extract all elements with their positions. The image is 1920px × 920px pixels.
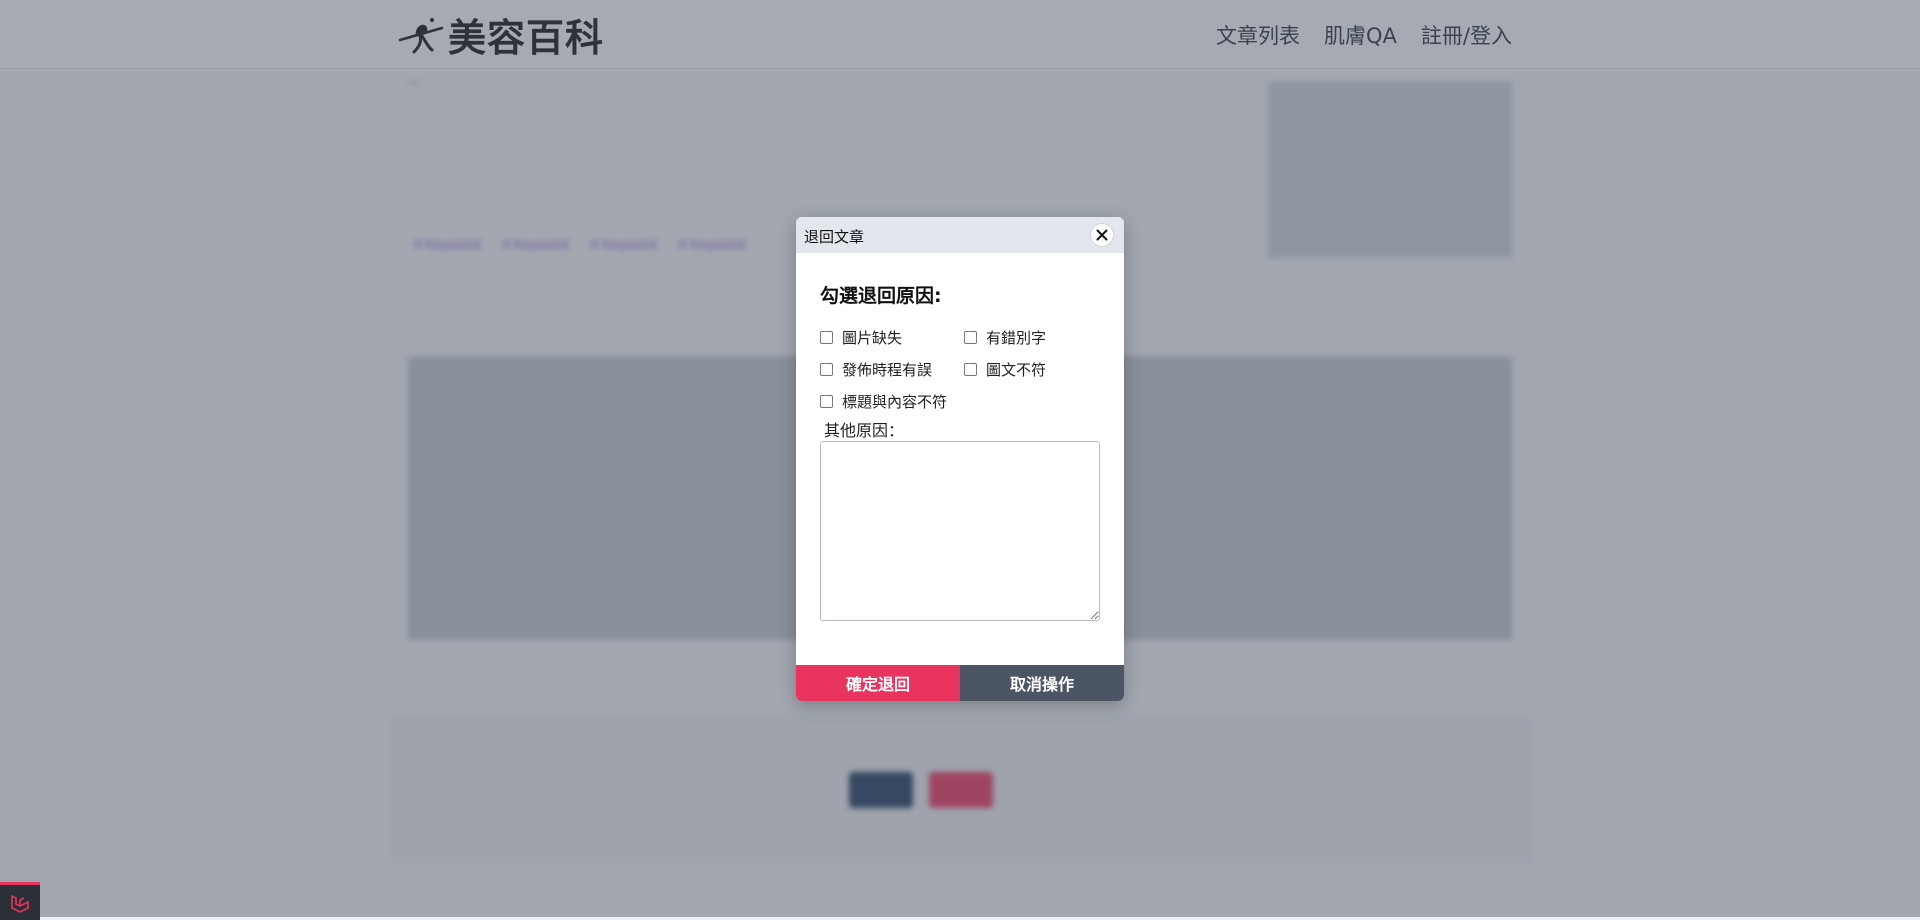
- modal-body: 勾選退回原因: 圖片缺失 有錯別字 發佈時程有誤 圖文不符 標題與內容不符 其他…: [796, 253, 1124, 665]
- laravel-debug-icon[interactable]: [0, 882, 40, 920]
- modal-footer: 確定退回 取消操作: [796, 665, 1124, 701]
- reason-label: 圖文不符: [986, 361, 1047, 379]
- checkbox[interactable]: [820, 395, 833, 408]
- checkbox[interactable]: [964, 331, 977, 344]
- laravel-icon: [11, 894, 29, 913]
- reason-checkbox-missing-image[interactable]: 圖片缺失: [820, 327, 902, 348]
- cancel-action-button[interactable]: 取消操作: [960, 665, 1124, 701]
- reason-checkbox-typo[interactable]: 有錯別字: [964, 327, 1046, 348]
- reason-label: 有錯別字: [986, 329, 1047, 347]
- reason-checkbox-schedule-error[interactable]: 發佈時程有誤: [820, 359, 932, 380]
- checkbox[interactable]: [820, 331, 833, 344]
- other-reason-textarea[interactable]: [820, 441, 1100, 621]
- reason-label: 發佈時程有誤: [842, 361, 933, 379]
- reason-checkbox-image-text-mismatch[interactable]: 圖文不符: [964, 359, 1046, 380]
- checkbox[interactable]: [964, 363, 977, 376]
- other-reason-label: 其他原因：: [824, 421, 905, 440]
- close-button[interactable]: [1090, 223, 1114, 247]
- reason-checkbox-title-content-mismatch[interactable]: 標題與內容不符: [820, 391, 947, 412]
- checkbox[interactable]: [820, 363, 833, 376]
- reason-heading: 勾選退回原因:: [820, 285, 942, 307]
- reason-label: 標題與內容不符: [842, 393, 948, 411]
- modal-header: 退回文章: [796, 217, 1124, 253]
- modal-title: 退回文章: [804, 228, 865, 246]
- return-article-modal: 退回文章 勾選退回原因: 圖片缺失 有錯別字 發佈時程有誤 圖文不符 標題與內容…: [796, 217, 1124, 701]
- confirm-return-button[interactable]: 確定退回: [796, 665, 960, 701]
- reason-label: 圖片缺失: [842, 329, 903, 347]
- close-icon: [1096, 229, 1108, 241]
